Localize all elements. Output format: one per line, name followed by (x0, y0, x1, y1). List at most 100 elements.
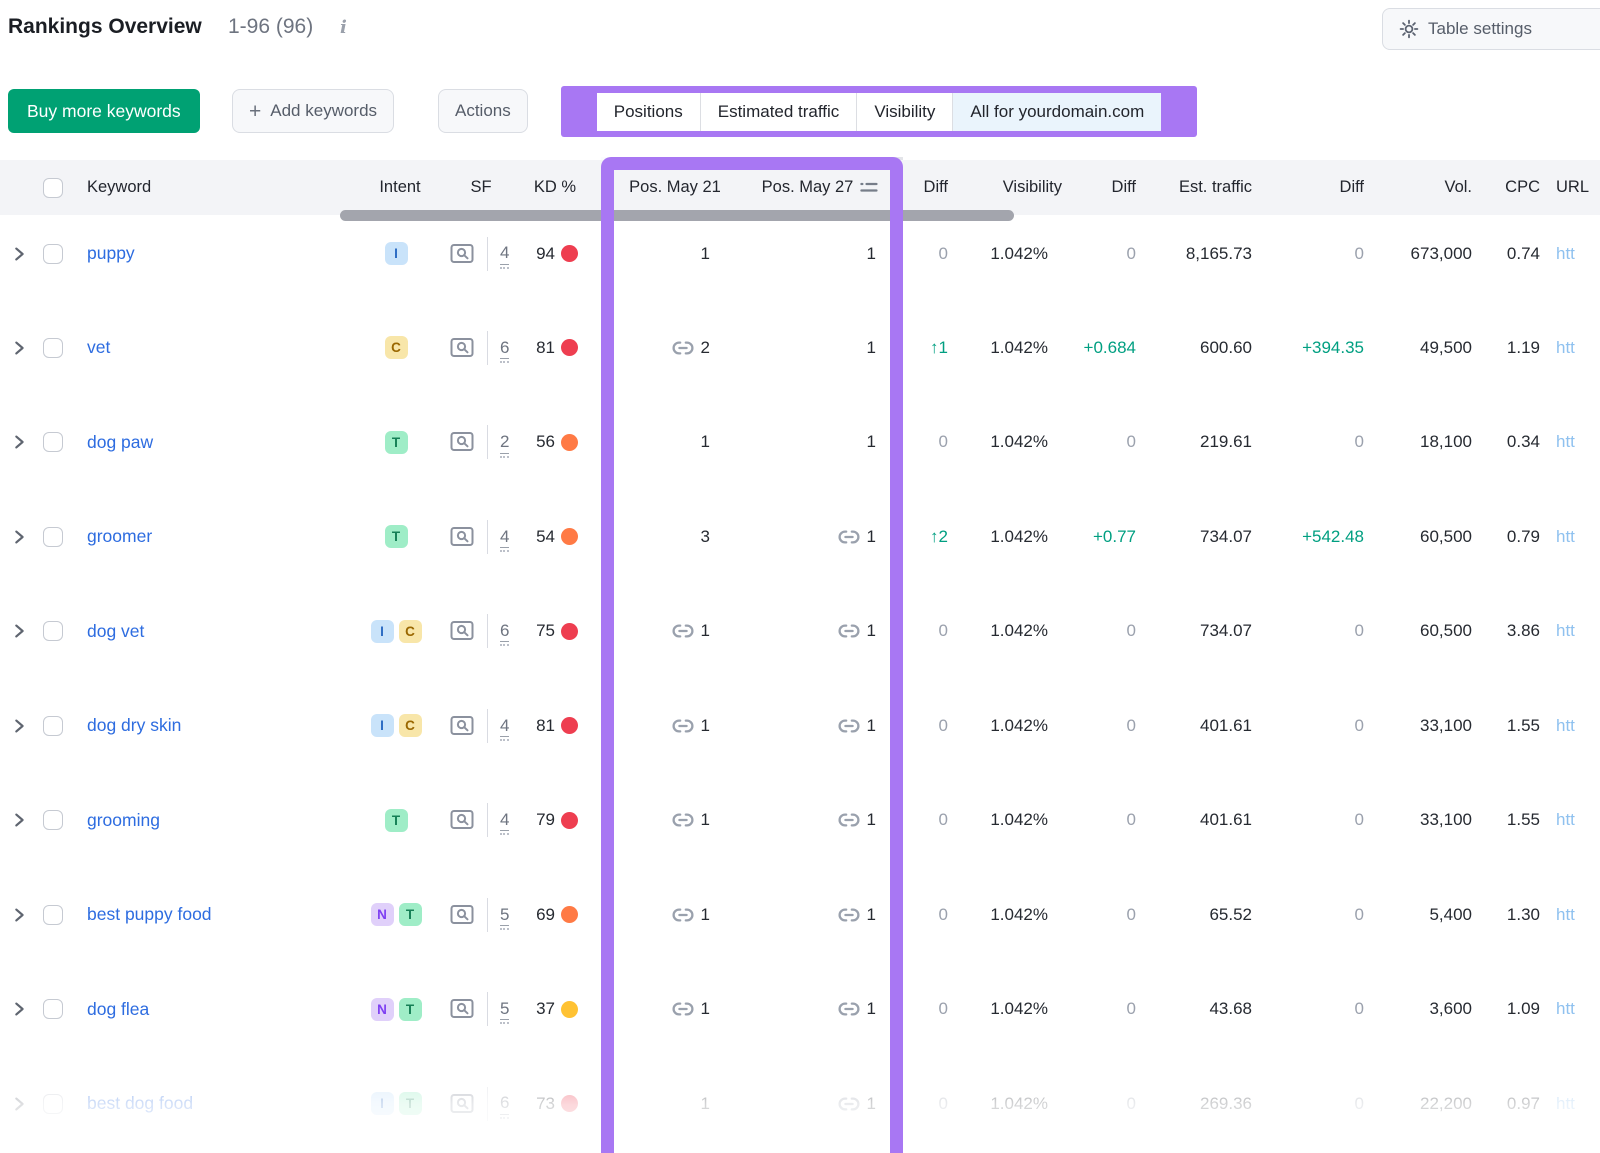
link-icon (672, 719, 694, 733)
serp-features-count[interactable]: 2 (500, 431, 509, 453)
info-icon[interactable]: i (340, 17, 347, 38)
serp-features-icon[interactable] (450, 526, 474, 548)
volume-cell: 60,500 (1420, 584, 1472, 679)
traffic-diff-cell: 0 (1355, 395, 1364, 490)
actions-button[interactable]: Actions (438, 89, 528, 133)
tab-visibility[interactable]: Visibility (857, 93, 953, 131)
row-expand-chevron-icon[interactable] (10, 300, 28, 395)
row-checkbox[interactable] (43, 244, 63, 264)
row-expand-chevron-icon[interactable] (10, 584, 28, 679)
tab-all-for-yourdomain-com[interactable]: All for yourdomain.com (953, 93, 1161, 131)
url-link[interactable]: htt (1556, 206, 1575, 301)
serp-features-count[interactable]: 5 (500, 904, 509, 926)
serp-features-icon[interactable] (450, 243, 474, 265)
intent-badge-commercial: C (399, 714, 422, 737)
url-link[interactable]: htt (1556, 489, 1575, 584)
tab-positions[interactable]: Positions (597, 93, 701, 131)
row-expand-chevron-icon[interactable] (10, 395, 28, 490)
kd-difficulty-dot (561, 245, 578, 262)
horizontal-scrollbar-thumb[interactable] (340, 210, 1014, 221)
url-link[interactable]: htt (1556, 867, 1575, 962)
cpc-cell: 1.55 (1507, 773, 1540, 868)
cpc-cell: 0.34 (1507, 395, 1540, 490)
row-checkbox[interactable] (43, 905, 63, 925)
col-pos-may27[interactable]: Pos. May 27 (745, 160, 895, 215)
serp-features-icon[interactable] (450, 904, 474, 926)
visibility-cell: 1.042% (990, 584, 1048, 679)
keyword-link[interactable]: dog dry skin (87, 678, 181, 773)
intent-badge-transactional: T (399, 903, 422, 926)
serp-features-count[interactable]: 6 (500, 337, 509, 359)
serp-features-count[interactable]: 4 (500, 242, 509, 264)
serp-features-icon[interactable] (450, 998, 474, 1020)
buy-more-keywords-button[interactable]: Buy more keywords (8, 89, 200, 133)
serp-features-count[interactable]: 6 (500, 620, 509, 642)
add-keywords-button[interactable]: + Add keywords (232, 89, 394, 133)
kd-cell: 56 (536, 395, 578, 490)
serp-features-icon[interactable] (450, 431, 474, 453)
kd-cell: 81 (536, 678, 578, 773)
row-expand-chevron-icon[interactable] (10, 867, 28, 962)
serp-features-count[interactable]: 4 (500, 809, 509, 831)
row-checkbox[interactable] (43, 999, 63, 1019)
table-settings-button[interactable]: Table settings (1382, 8, 1600, 50)
visibility-diff-cell: 0 (1127, 206, 1136, 301)
intent-badge-navigational: N (371, 903, 394, 926)
plus-icon: + (249, 101, 261, 122)
row-checkbox[interactable] (43, 432, 63, 452)
pos-may27-cell: 1 (838, 773, 876, 868)
row-expand-chevron-icon[interactable] (10, 773, 28, 868)
keyword-link[interactable]: grooming (87, 773, 160, 868)
keyword-link[interactable]: best puppy food (87, 867, 212, 962)
select-all-checkbox[interactable] (43, 178, 63, 198)
page-header: Rankings Overview 1-96 (96) i Table sett… (0, 0, 1600, 58)
keyword-link[interactable]: puppy (87, 206, 135, 301)
serp-features-cell: 2 (450, 395, 509, 490)
row-checkbox[interactable] (43, 621, 63, 641)
row-expand-chevron-icon[interactable] (10, 206, 28, 301)
url-link[interactable]: htt (1556, 300, 1575, 395)
keyword-link[interactable]: dog vet (87, 584, 144, 679)
link-icon (838, 719, 860, 733)
url-link[interactable]: htt (1556, 584, 1575, 679)
kd-value: 81 (536, 716, 555, 736)
divider (487, 331, 488, 365)
table-row: groomer T 4 54 3 1 ↑2 1.042% +0.77 734.0… (0, 489, 1600, 584)
serp-features-icon[interactable] (450, 620, 474, 642)
url-link[interactable]: htt (1556, 678, 1575, 773)
row-expand-chevron-icon[interactable] (10, 678, 28, 773)
tab-estimated-traffic[interactable]: Estimated traffic (701, 93, 858, 131)
serp-features-count[interactable]: 4 (500, 526, 509, 548)
est-traffic-cell: 8,165.73 (1186, 206, 1252, 301)
row-checkbox[interactable] (43, 338, 63, 358)
serp-features-icon[interactable] (450, 337, 474, 359)
col-pos-may21[interactable]: Pos. May 21 (605, 160, 745, 215)
serp-features-count[interactable]: 4 (500, 715, 509, 737)
row-expand-chevron-icon[interactable] (10, 489, 28, 584)
row-checkbox[interactable] (43, 716, 63, 736)
volume-cell: 33,100 (1420, 678, 1472, 773)
traffic-diff-cell: 0 (1355, 584, 1364, 679)
row-checkbox[interactable] (43, 810, 63, 830)
url-link[interactable]: htt (1556, 395, 1575, 490)
keyword-link[interactable]: groomer (87, 489, 152, 584)
keyword-link[interactable]: vet (87, 300, 110, 395)
est-traffic-cell: 401.61 (1200, 773, 1252, 868)
serp-features-count[interactable]: 5 (500, 998, 509, 1020)
kd-value: 56 (536, 432, 555, 452)
row-checkbox[interactable] (43, 527, 63, 547)
intent-badges: T (368, 489, 424, 584)
position-diff-cell: 0 (939, 678, 948, 773)
visibility-cell: 1.042% (990, 773, 1048, 868)
url-link[interactable]: htt (1556, 773, 1575, 868)
keyword-link[interactable]: dog paw (87, 395, 153, 490)
visibility-diff-cell: 0 (1127, 395, 1136, 490)
serp-features-icon[interactable] (450, 809, 474, 831)
table-row: best puppy food NT 5 69 1 1 0 1.042% 0 6… (0, 867, 1600, 962)
kd-difficulty-dot (561, 339, 578, 356)
volume-cell: 49,500 (1420, 300, 1472, 395)
serp-features-icon[interactable] (450, 715, 474, 737)
divider (487, 803, 488, 837)
divider (487, 992, 488, 1026)
kd-value: 37 (536, 999, 555, 1019)
